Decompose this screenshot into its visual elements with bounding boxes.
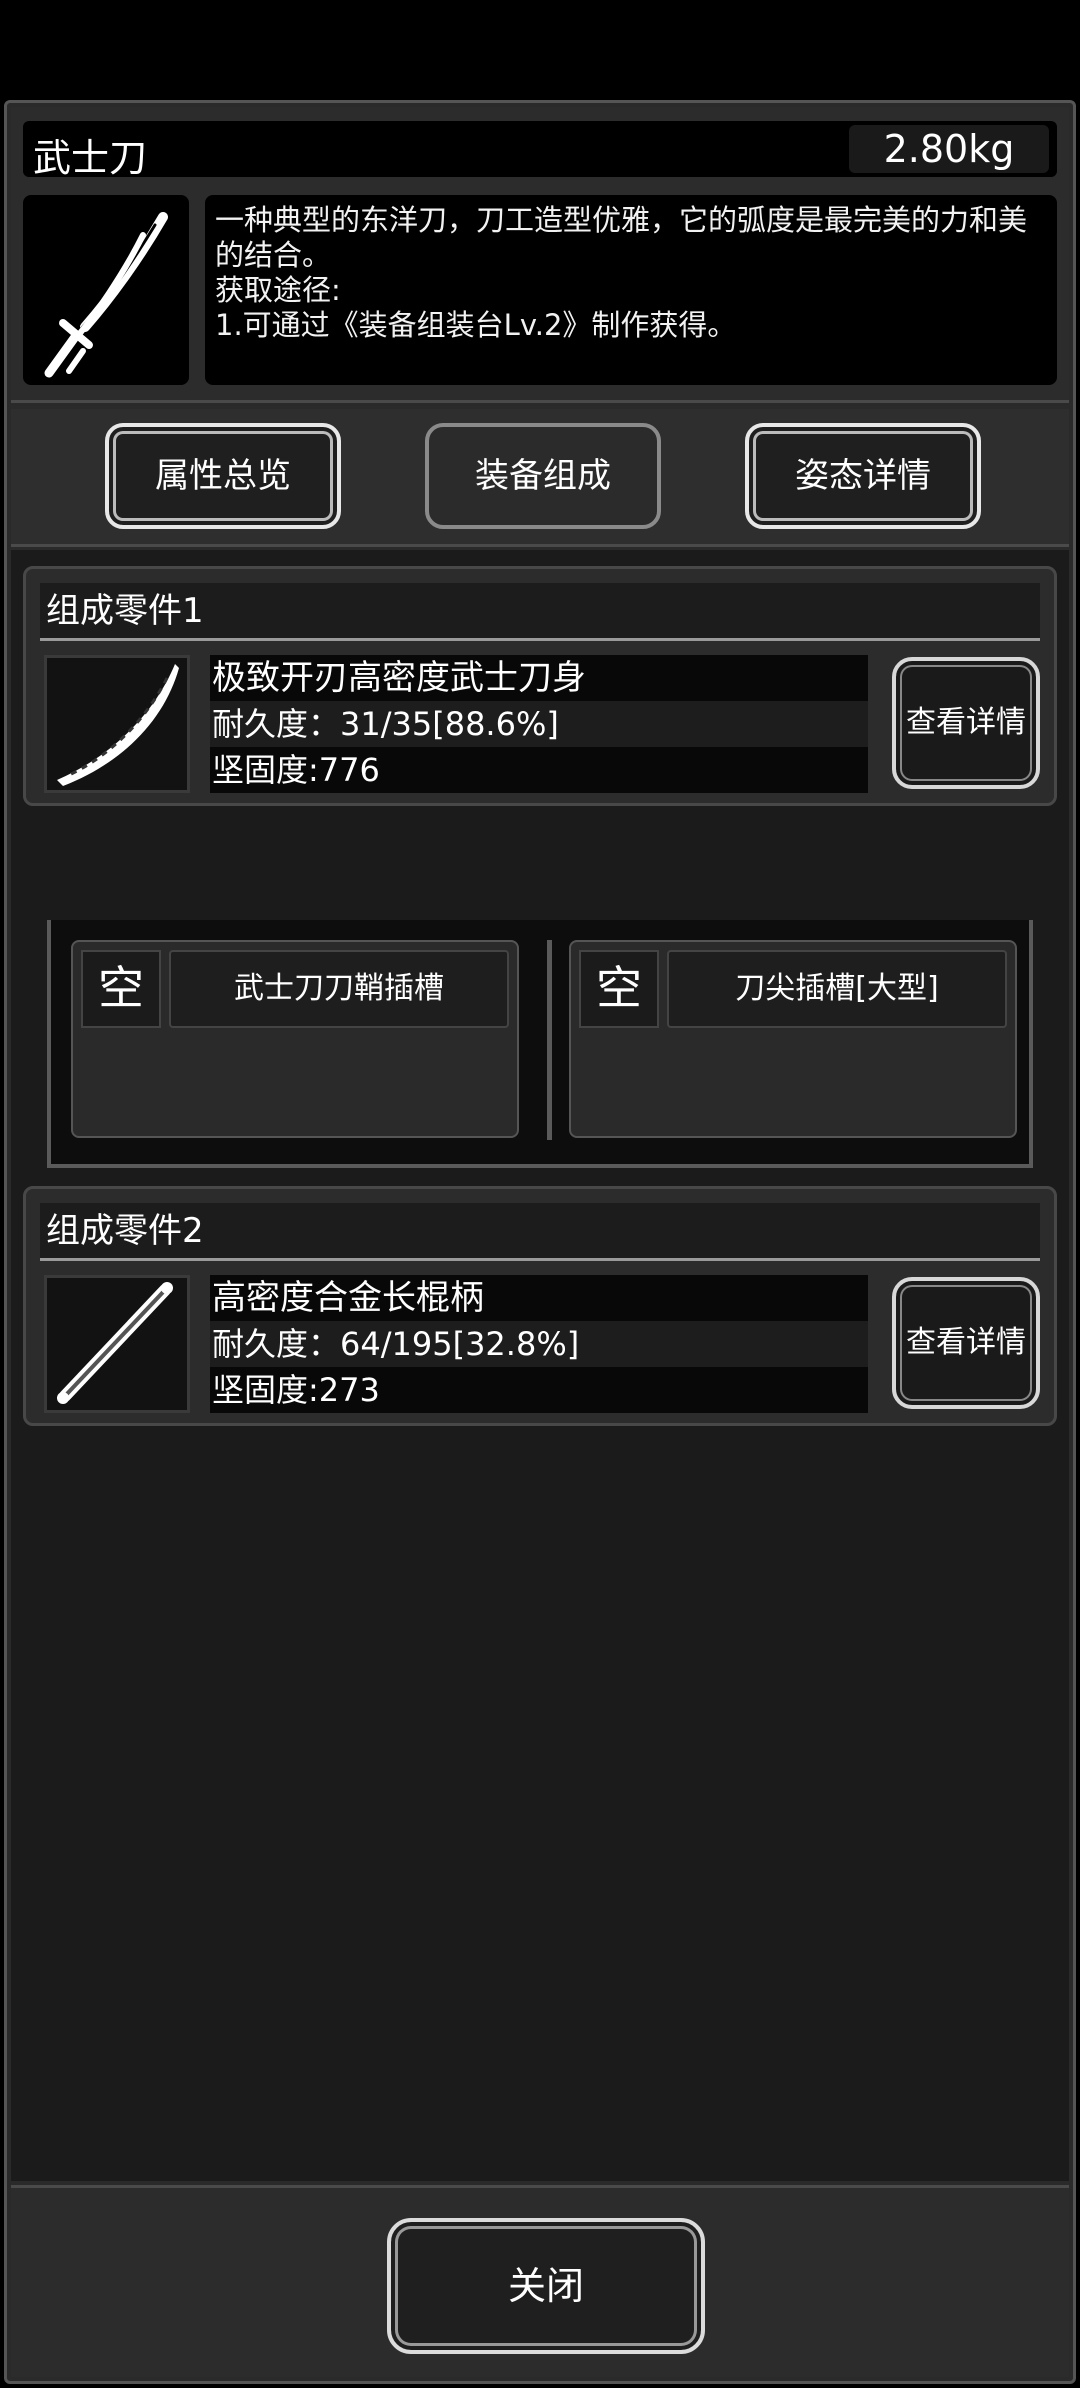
slot-scabbard[interactable]: 空 武士刀刀鞘插槽 (71, 940, 519, 1138)
part-heading: 组成零件1 (40, 583, 1040, 641)
part-hardness: 坚固度:776 (210, 747, 868, 793)
composition-panel: 组成零件1 极致开刃高密度武士刀身 耐久度：31/35[88.6%] 坚固度:7… (11, 550, 1069, 2181)
part-name: 高密度合金长棍柄 (210, 1275, 868, 1321)
katana-icon (44, 212, 168, 378)
title-bar: 武士刀 2.80kg (23, 121, 1057, 180)
description-line: 一种典型的东洋刀，刀工造型优雅，它的弧度是最完美的力和美的结合。 (215, 203, 1028, 272)
description-line: 1.可通过《装备组装台Lv.2》制作获得。 (215, 308, 737, 342)
part-info: 高密度合金长棍柄 耐久度：64/195[32.8%] 坚固度:273 (210, 1275, 868, 1413)
item-weight: 2.80kg (849, 125, 1049, 173)
view-details-button[interactable]: 查看详情 (892, 1277, 1040, 1409)
view-details-button[interactable]: 查看详情 (892, 657, 1040, 789)
tab-attributes-overview[interactable]: 属性总览 (105, 423, 341, 529)
slot-blade-tip[interactable]: 空 刀尖插槽[大型] (569, 940, 1017, 1138)
tab-bar: 属性总览 装备组成 姿态详情 (11, 409, 1069, 547)
part-hardness: 坚固度:273 (210, 1367, 868, 1413)
slot-status: 空 (81, 950, 161, 1028)
item-header: 武士刀 2.80kg 一种典型的东洋刀，刀工造型优雅，它的弧度是最完美的力和美的… (11, 107, 1069, 403)
equipment-dialog: 武士刀 2.80kg 一种典型的东洋刀，刀工造型优雅，它的弧度是最完美的力和美的… (4, 100, 1076, 2384)
slot-label: 武士刀刀鞘插槽 (169, 950, 509, 1028)
part-card-1: 组成零件1 极致开刃高密度武士刀身 耐久度：31/35[88.6%] 坚固度:7… (23, 566, 1057, 806)
item-icon-box (23, 195, 189, 385)
part-durability: 耐久度：64/195[32.8%] (210, 1321, 868, 1367)
item-description: 一种典型的东洋刀，刀工造型优雅，它的弧度是最完美的力和美的结合。 获取途径: 1… (205, 195, 1057, 385)
part-icon-box (44, 655, 190, 793)
part-durability: 耐久度：31/35[88.6%] (210, 701, 868, 747)
slot-container: 空 武士刀刀鞘插槽 空 刀尖插槽[大型] (47, 920, 1033, 1168)
part-icon-box (44, 1275, 190, 1413)
slot-status: 空 (579, 950, 659, 1028)
part-heading: 组成零件2 (40, 1203, 1040, 1261)
part-info: 极致开刃高密度武士刀身 耐久度：31/35[88.6%] 坚固度:776 (210, 655, 868, 793)
description-line: 获取途径: (215, 273, 341, 307)
slot-divider (547, 940, 552, 1140)
blade-icon (57, 664, 179, 786)
staff-handle-icon (57, 1282, 173, 1404)
tab-stance-details[interactable]: 姿态详情 (745, 423, 981, 529)
part-name: 极致开刃高密度武士刀身 (210, 655, 868, 701)
footer: 关闭 (11, 2185, 1069, 2377)
part-card-2: 组成零件2 高密度合金长棍柄 耐久度：64/195[32.8%] 坚固度:273… (23, 1186, 1057, 1426)
item-name: 武士刀 (33, 136, 148, 180)
tab-equipment-composition[interactable]: 装备组成 (425, 423, 661, 529)
slot-label: 刀尖插槽[大型] (667, 950, 1007, 1028)
close-button[interactable]: 关闭 (387, 2218, 705, 2354)
